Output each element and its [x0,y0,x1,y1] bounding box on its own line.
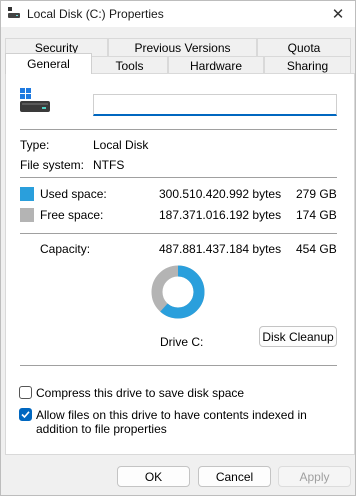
apply-button[interactable]: Apply [278,466,351,487]
capacity-size: 454 GB [296,242,337,256]
checkmark-icon [21,411,30,419]
type-label: Type: [20,138,50,152]
file-system-value: NTFS [93,158,125,172]
free-space-swatch [20,208,34,222]
ok-button[interactable]: OK [117,466,190,487]
capacity-bytes: 487.881.437.184 bytes [159,242,282,256]
tab-general[interactable]: General [5,53,92,74]
disk-cleanup-button[interactable]: Disk Cleanup [259,326,337,347]
used-space-label: Used space: [40,187,107,201]
drive-icon-small [8,7,20,18]
used-space-bytes: 300.510.420.992 bytes [159,187,282,201]
disk-usage-donut [151,265,205,319]
properties-window: Local Disk (C:) Properties ✕ Security Pr… [0,0,356,496]
general-panel: Type: Local Disk File system: NTFS Used … [5,73,355,455]
window-title: Local Disk (C:) Properties [27,7,164,21]
title-bar: Local Disk (C:) Properties ✕ [1,1,355,27]
close-icon: ✕ [331,6,345,23]
cancel-button[interactable]: Cancel [198,466,271,487]
separator [20,129,337,130]
capacity-label: Capacity: [40,242,91,256]
used-space-swatch [20,187,34,201]
used-space-size: 279 GB [296,187,337,201]
tab-quota[interactable]: Quota [257,38,351,57]
compress-checkbox-label: Compress this drive to save disk space [36,386,245,400]
file-system-label: File system: [20,158,85,172]
free-space-size: 174 GB [296,208,337,222]
type-value: Local Disk [93,138,149,152]
dialog-footer: OK Cancel Apply [1,457,355,495]
drive-label: Drive C: [160,335,204,349]
separator [20,177,337,178]
drive-icon [20,88,50,112]
close-button[interactable]: ✕ [321,1,355,27]
separator [20,233,337,234]
index-checkbox[interactable] [19,408,32,421]
free-space-label: Free space: [40,208,104,222]
drive-name-input[interactable] [93,94,337,116]
tab-previous-versions[interactable]: Previous Versions [108,38,257,57]
free-space-bytes: 187.371.016.192 bytes [159,208,282,222]
separator [20,365,337,366]
compress-checkbox[interactable] [19,386,32,399]
index-checkbox-label: Allow files on this drive to have conten… [36,408,307,436]
